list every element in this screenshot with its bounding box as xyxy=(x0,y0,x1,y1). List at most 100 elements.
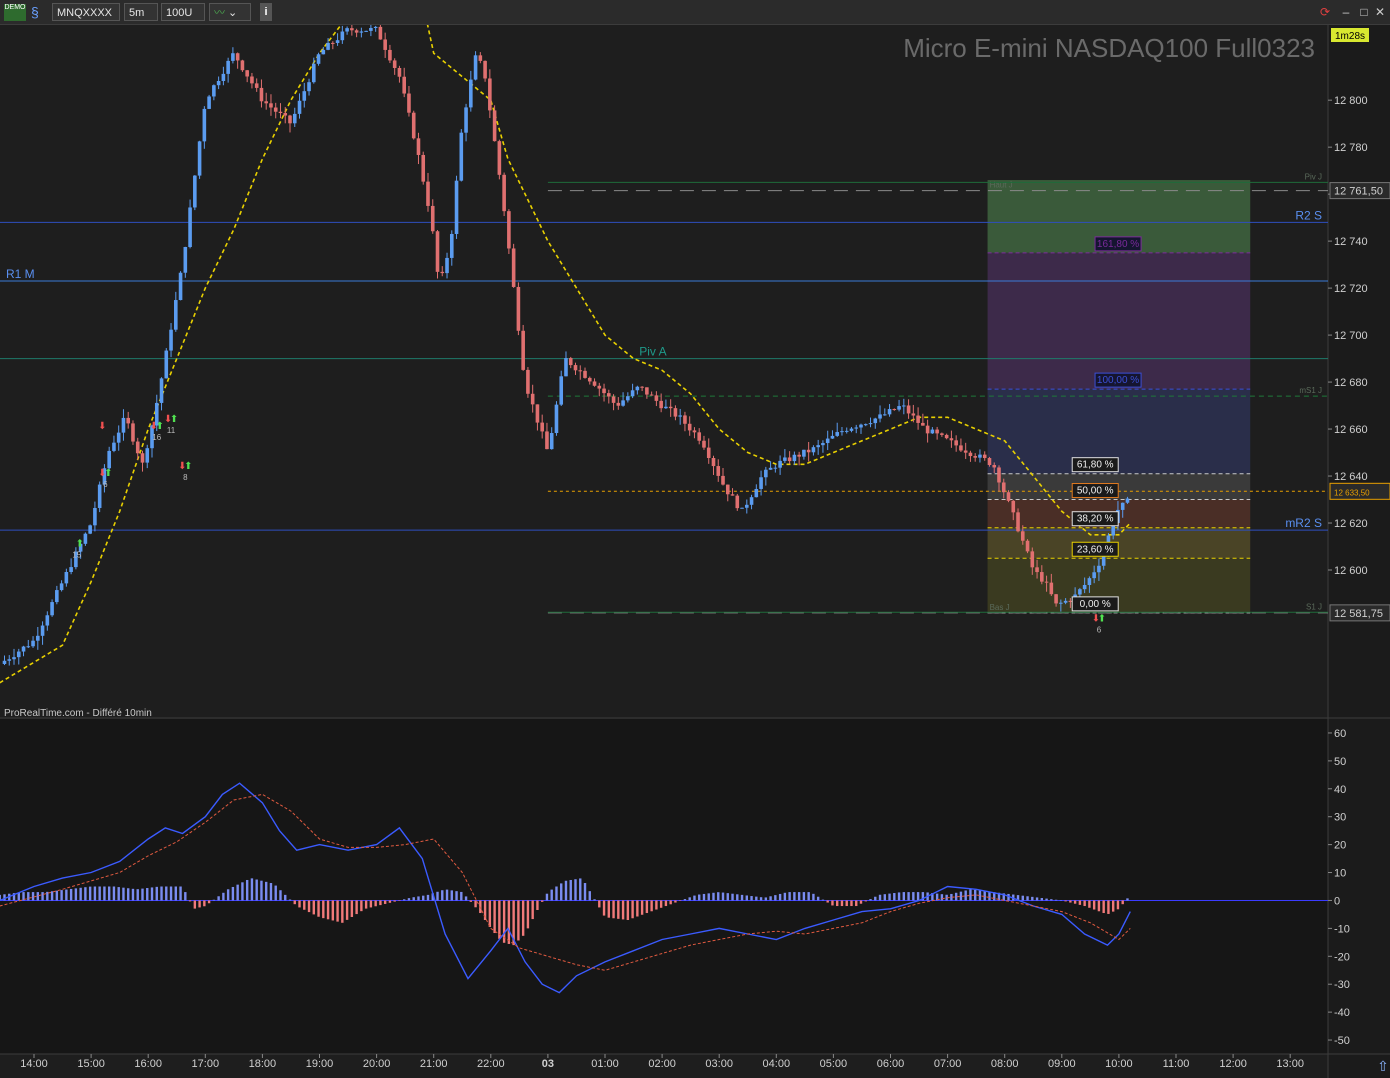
macd-histogram-bar xyxy=(560,883,563,901)
macd-histogram-bar xyxy=(460,891,463,901)
macd-histogram-bar xyxy=(407,898,411,901)
macd-histogram-bar xyxy=(322,900,325,919)
chart-area[interactable]: Haut JPiv JR2 SR1 MPiv AmS1 JmR2 SBas JS… xyxy=(0,25,1390,1078)
candle-body xyxy=(668,406,673,409)
candle-body xyxy=(944,434,949,439)
candle-body xyxy=(654,395,659,401)
macd-histogram-bar xyxy=(474,900,477,908)
macd-histogram-bar xyxy=(122,887,125,901)
macd-histogram-bar xyxy=(326,900,330,920)
macd-histogram-bar xyxy=(940,894,944,901)
candle-body xyxy=(240,60,245,71)
candle-body xyxy=(307,82,311,92)
macd-histogram-bar xyxy=(912,892,915,901)
candle-body xyxy=(135,441,140,454)
macd-histogram-bar xyxy=(231,886,235,901)
candle-body xyxy=(521,330,525,370)
x-tick-label: 19:00 xyxy=(306,1058,334,1070)
macd-histogram-bar xyxy=(69,888,73,901)
candle-body xyxy=(902,405,906,407)
macd-histogram-bar xyxy=(141,888,144,901)
candle-body xyxy=(968,452,973,457)
sell-arrow-icon: ⬇ xyxy=(98,421,106,432)
macd-histogram-bar xyxy=(31,892,35,901)
candle-body xyxy=(1030,551,1035,568)
macd-histogram-bar xyxy=(755,896,758,901)
candle-body xyxy=(607,393,611,397)
candle-body xyxy=(921,422,925,426)
candle-body xyxy=(759,477,763,489)
candle-body xyxy=(621,400,625,406)
macd-histogram-bar xyxy=(664,900,668,907)
units-label: 100U xyxy=(166,7,193,19)
demo-badge-icon[interactable]: DEMO xyxy=(4,4,26,21)
candle-body xyxy=(169,329,173,351)
candle-body xyxy=(193,175,197,208)
macd-histogram-bar xyxy=(745,895,748,901)
macd-histogram-bar xyxy=(788,892,791,901)
candle-body xyxy=(778,460,782,468)
candle-body xyxy=(959,445,963,451)
y-tick-label: 12 620 xyxy=(1334,518,1368,530)
macd-histogram-bar xyxy=(902,892,906,901)
close-icon[interactable]: ✕ xyxy=(1372,4,1388,20)
minimize-icon[interactable]: – xyxy=(1338,4,1354,20)
candle-body xyxy=(754,488,759,498)
macd-histogram-bar xyxy=(217,896,220,901)
candle-body xyxy=(369,27,373,31)
candle-body xyxy=(806,449,811,453)
instrument-selector[interactable]: MNQXXXX ⌄ xyxy=(52,3,120,37)
units-selector[interactable]: 100U ⌄ xyxy=(161,3,205,37)
candle-body xyxy=(26,646,31,648)
macd-histogram-bar xyxy=(659,900,663,908)
x-tick-label: 01:00 xyxy=(591,1058,619,1070)
macd-histogram-bar xyxy=(531,900,534,920)
macd-histogram-bar xyxy=(1050,899,1053,901)
candle-body xyxy=(331,42,335,44)
candle-body xyxy=(69,567,73,572)
sync-icon[interactable]: ⟳ xyxy=(1317,4,1333,20)
candle-body xyxy=(549,433,554,450)
info-icon[interactable]: i xyxy=(260,3,272,21)
candle-body xyxy=(173,300,178,330)
scroll-right-icon[interactable]: ⇧ xyxy=(1377,1058,1389,1074)
candle-body xyxy=(811,447,816,453)
candle-body xyxy=(1082,585,1087,590)
macd-histogram-bar xyxy=(759,897,763,901)
candle-body xyxy=(440,271,445,274)
macd-y-tick-label: -50 xyxy=(1334,1035,1350,1047)
candle-body xyxy=(583,370,587,378)
macd-histogram-bar xyxy=(393,900,396,902)
macd-histogram-bar xyxy=(436,891,439,901)
macd-histogram-bar xyxy=(621,900,625,920)
macd-histogram-bar xyxy=(88,886,92,901)
chart-style-selector[interactable]: 〰 ⌄ xyxy=(209,3,251,21)
candle-body xyxy=(859,424,863,428)
candle-body xyxy=(207,96,211,109)
candle-body xyxy=(816,445,820,448)
candle-body xyxy=(254,83,259,88)
candle-body xyxy=(388,49,392,61)
macd-histogram-bar xyxy=(488,900,492,927)
maximize-icon[interactable]: □ xyxy=(1356,4,1372,20)
signal-count: 6 xyxy=(1097,626,1102,635)
macd-histogram-bar xyxy=(279,890,282,901)
candle-body xyxy=(449,233,454,258)
signal-count: 16 xyxy=(152,433,161,442)
candle-body xyxy=(269,103,273,108)
candle-body xyxy=(178,272,183,301)
macd-histogram-bar xyxy=(345,900,349,920)
y-tick-label: 12 600 xyxy=(1334,565,1368,577)
candle-body xyxy=(492,110,497,142)
candle-body xyxy=(421,154,426,182)
candle-body xyxy=(787,457,792,462)
candle-body xyxy=(121,417,126,433)
link-icon[interactable]: § xyxy=(31,3,45,21)
macd-histogram-bar xyxy=(598,900,601,908)
candle-body xyxy=(1006,492,1011,501)
candle-body xyxy=(911,413,916,416)
candle-body xyxy=(278,111,283,114)
candle-body xyxy=(630,390,635,397)
timeframe-selector[interactable]: 5m ⌄ xyxy=(124,3,158,37)
candle-body xyxy=(664,406,668,409)
